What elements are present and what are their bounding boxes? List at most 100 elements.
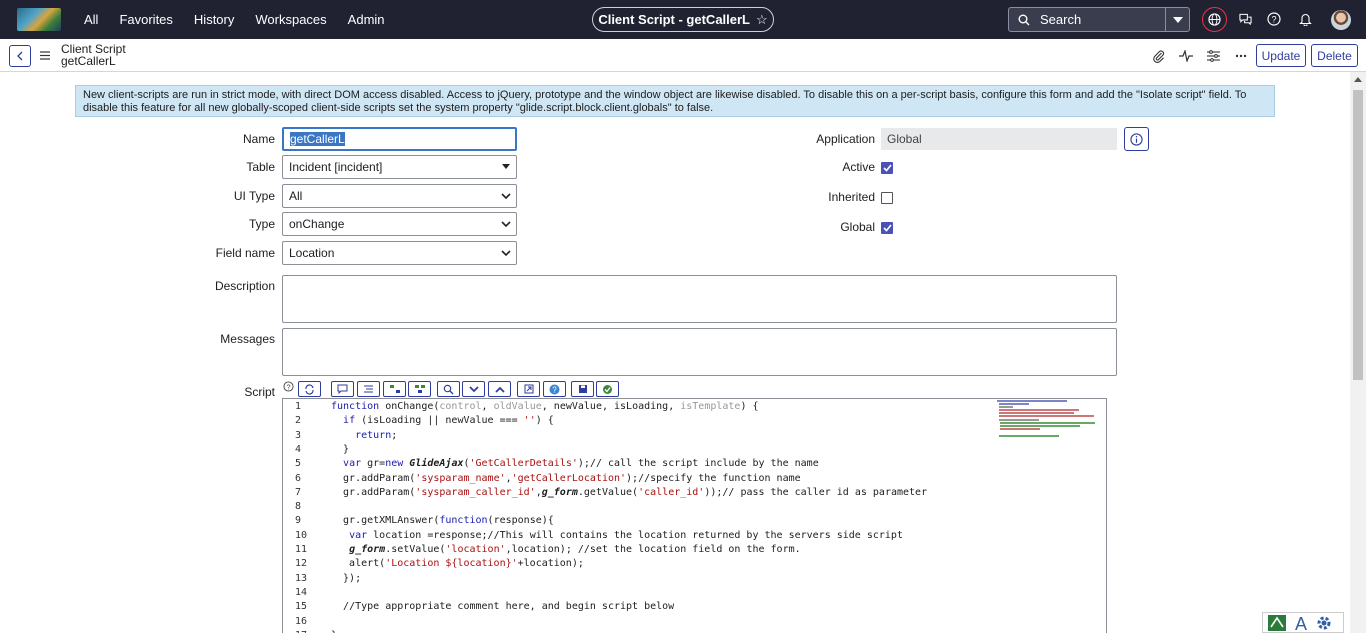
- line-number: 7: [295, 486, 302, 498]
- messages-textarea[interactable]: [282, 328, 1117, 376]
- comment-button[interactable]: [331, 381, 354, 397]
- line-number: 1: [295, 401, 302, 412]
- line-code: }: [331, 629, 337, 633]
- script-toggle-button[interactable]: [298, 381, 321, 397]
- type-value: onChange: [289, 217, 345, 231]
- record-title: Client Script - getCallerL: [598, 12, 751, 27]
- code-line[interactable]: 11 g_form.setValue('location',location);…: [283, 543, 1106, 557]
- replace-button[interactable]: [383, 381, 406, 397]
- breadcrumb-record: getCallerL: [61, 54, 116, 68]
- find-previous-button[interactable]: [488, 381, 511, 397]
- record-title-pill[interactable]: Client Script - getCallerL ☆: [592, 7, 774, 32]
- line-code: gr.addParam('sysparam_name','getCallerLo…: [331, 472, 801, 484]
- type-label: Type: [248, 217, 275, 231]
- format-button[interactable]: [357, 381, 380, 397]
- global-checkbox[interactable]: [881, 222, 893, 234]
- line-number: 15: [295, 601, 308, 613]
- line-code: var location =response;//This will conta…: [349, 529, 903, 541]
- code-line[interactable]: 6 gr.addParam('sysparam_name','getCaller…: [283, 472, 1106, 486]
- fullscreen-button[interactable]: [517, 381, 540, 397]
- page-scrollbar[interactable]: [1350, 72, 1366, 633]
- update-button[interactable]: Update: [1256, 44, 1306, 67]
- save-icon: [578, 385, 587, 393]
- nav-favorites[interactable]: Favorites: [119, 12, 172, 27]
- save-script-button[interactable]: [571, 381, 594, 397]
- code-line[interactable]: 14: [283, 586, 1106, 600]
- description-textarea[interactable]: [282, 275, 1117, 323]
- code-line[interactable]: 16: [283, 615, 1106, 629]
- code-line[interactable]: 10 var location =response;//This will co…: [283, 529, 1106, 543]
- code-line[interactable]: 4 }: [283, 443, 1106, 457]
- align-icon: [364, 385, 373, 392]
- code-line[interactable]: 12 alert('Location ${location}'+location…: [283, 557, 1106, 571]
- ui-type-value: All: [289, 189, 303, 203]
- settings-sliders-icon[interactable]: [1206, 49, 1220, 63]
- syntax-check-button[interactable]: [596, 381, 619, 397]
- menu-icon[interactable]: [40, 51, 50, 60]
- code-line[interactable]: 2 if (isLoading || newValue === '') {: [283, 414, 1106, 428]
- line-number: 11: [295, 544, 308, 555]
- chat-icon[interactable]: [1237, 11, 1253, 27]
- nav-all[interactable]: All: [84, 12, 98, 27]
- translate-icon[interactable]: [1267, 614, 1287, 632]
- field-name-select[interactable]: Location: [282, 241, 517, 265]
- line-code: gr.addParam('sysparam_caller_id',g_form.…: [331, 486, 928, 498]
- sync-icon: [305, 383, 314, 395]
- globe-icon[interactable]: [1202, 7, 1227, 32]
- activity-icon[interactable]: [1179, 49, 1193, 63]
- active-checkbox[interactable]: [881, 162, 893, 174]
- user-avatar[interactable]: [1331, 10, 1351, 30]
- delete-button[interactable]: Delete: [1311, 44, 1358, 67]
- code-line[interactable]: 8: [283, 500, 1106, 514]
- code-line[interactable]: 9 gr.getXMLAnswer(function(response){: [283, 514, 1106, 528]
- attachment-icon[interactable]: [1152, 49, 1166, 63]
- font-icon[interactable]: A: [1293, 614, 1309, 632]
- gear-icon[interactable]: [1315, 614, 1333, 632]
- line-code: var gr=new GlideAjax('GetCallerDetails')…: [343, 458, 819, 470]
- code-line[interactable]: 15 //Type appropriate comment here, and …: [283, 600, 1106, 614]
- field-name-label: Field name: [215, 246, 275, 260]
- chevron-down-icon: [501, 193, 511, 200]
- application-info-button[interactable]: [1124, 127, 1149, 151]
- code-line[interactable]: 7 gr.addParam('sysparam_caller_id',g_for…: [283, 486, 1106, 500]
- back-button[interactable]: [9, 45, 31, 67]
- search-icon: [443, 384, 454, 394]
- caret-down-icon: [502, 164, 510, 169]
- star-icon[interactable]: ☆: [756, 12, 768, 28]
- ui-type-select[interactable]: All: [282, 184, 517, 208]
- company-logo[interactable]: [17, 8, 61, 31]
- type-select[interactable]: onChange: [282, 212, 517, 236]
- bell-icon[interactable]: [1297, 11, 1313, 27]
- code-line[interactable]: 1 function onChange(control, oldValue, ne…: [283, 400, 1106, 414]
- line-number: 13: [295, 572, 308, 584]
- search-scope-dropdown[interactable]: [1165, 8, 1189, 31]
- search-button[interactable]: [437, 381, 460, 397]
- line-number: 14: [295, 586, 308, 598]
- scrollbar-thumb[interactable]: [1353, 90, 1363, 380]
- code-line[interactable]: 13 });: [283, 572, 1106, 586]
- nav-workspaces[interactable]: Workspaces: [255, 12, 326, 27]
- help-icon[interactable]: ?: [283, 381, 294, 392]
- code-line[interactable]: 5 var gr=new GlideAjax('GetCallerDetails…: [283, 457, 1106, 471]
- scroll-up-icon[interactable]: [1354, 77, 1362, 82]
- code-minimap[interactable]: [995, 399, 1105, 439]
- global-search[interactable]: Search: [1008, 7, 1190, 32]
- code-line[interactable]: 3 return;: [283, 429, 1106, 443]
- code-line[interactable]: 17}: [283, 629, 1106, 633]
- top-navigation-bar: All Favorites History Workspaces Admin C…: [0, 0, 1366, 39]
- strict-mode-notice: New client-scripts are run in strict mod…: [75, 85, 1275, 117]
- help-icon[interactable]: ?: [1266, 11, 1282, 27]
- find-next-button[interactable]: [462, 381, 485, 397]
- extension-widget[interactable]: A: [1262, 612, 1344, 633]
- table-field[interactable]: Incident [incident]: [282, 155, 517, 179]
- nav-history[interactable]: History: [194, 12, 234, 27]
- script-editor[interactable]: 1 function onChange(control, oldValue, ne…: [282, 398, 1107, 633]
- script-help-button[interactable]: ?: [543, 381, 566, 397]
- replace-all-button[interactable]: [408, 381, 431, 397]
- name-field[interactable]: getCallerL: [282, 127, 517, 151]
- nav-admin[interactable]: Admin: [348, 12, 385, 27]
- more-icon[interactable]: [1234, 49, 1248, 63]
- search-icon: [1018, 14, 1030, 25]
- inherited-checkbox[interactable]: [881, 192, 893, 204]
- line-number: 16: [295, 615, 308, 627]
